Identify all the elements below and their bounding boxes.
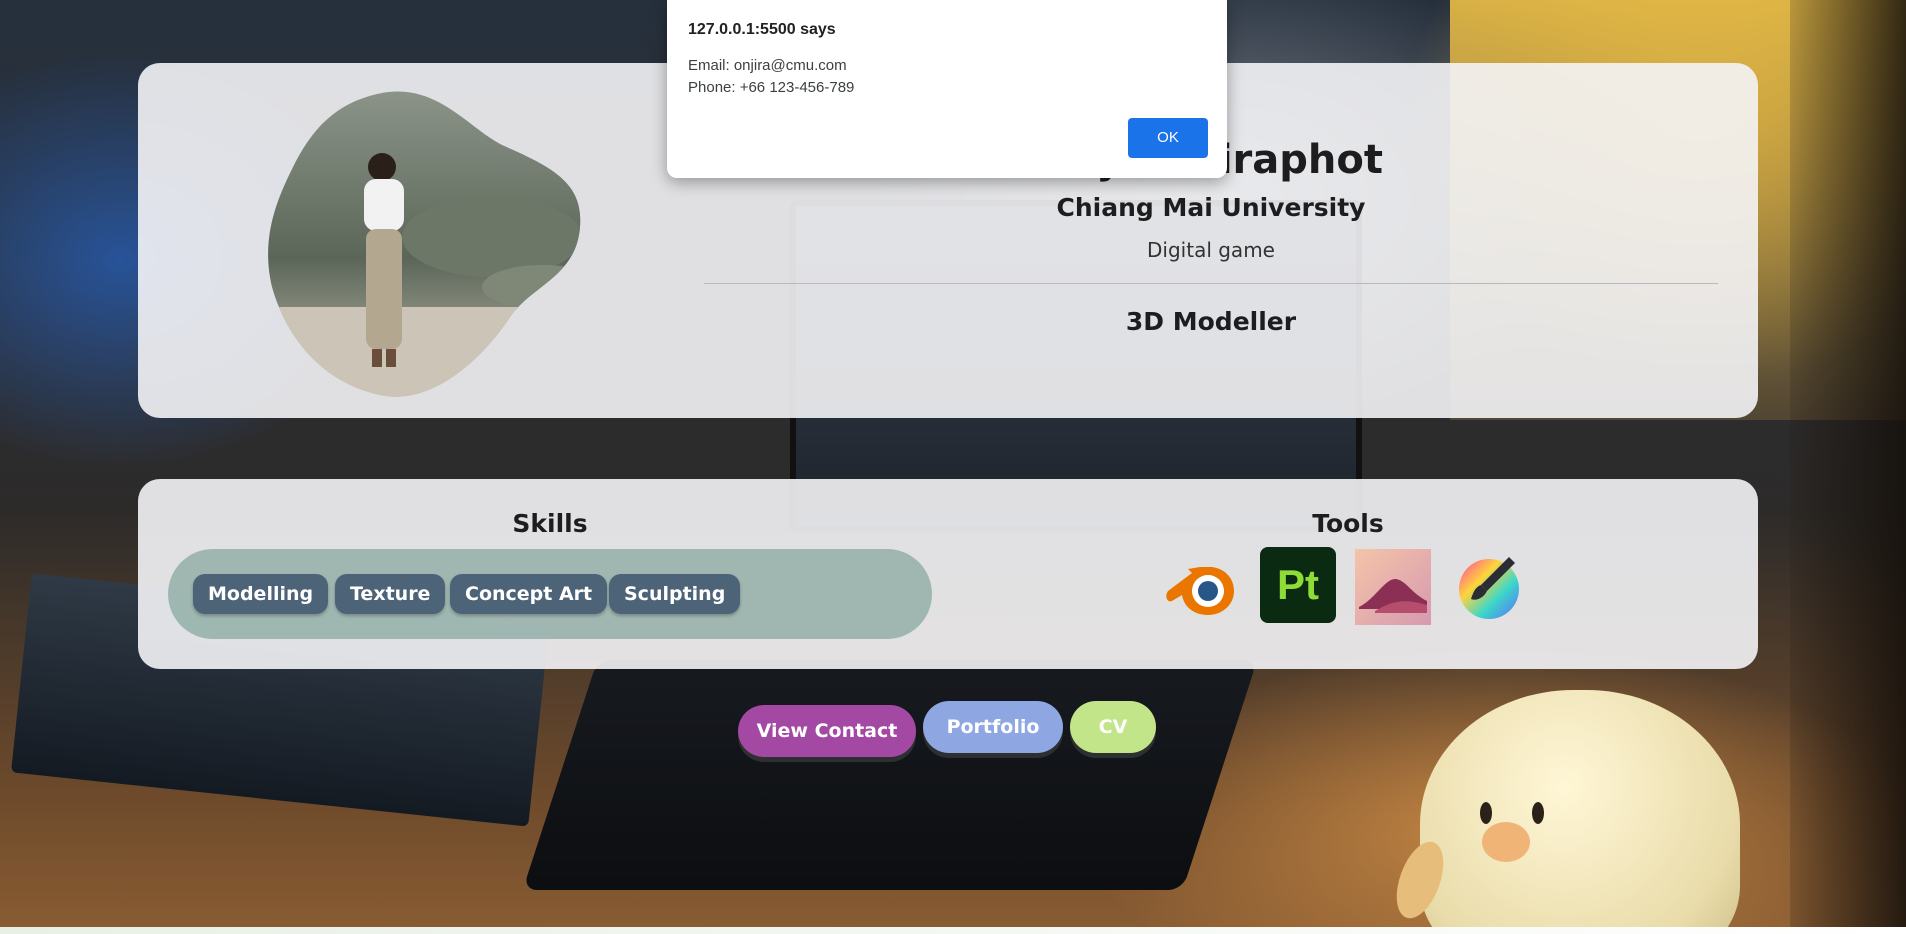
portfolio-button[interactable]: Portfolio (923, 701, 1063, 753)
tools-title: Tools (1312, 509, 1384, 538)
alert-title: 127.0.0.1:5500 says (688, 21, 836, 38)
skills-title: Skills (512, 509, 588, 538)
cv-button[interactable]: CV (1070, 701, 1156, 753)
background-shadow (1790, 0, 1906, 934)
svg-text:Pt: Pt (1277, 561, 1319, 608)
profile-photo (262, 87, 582, 399)
affinity-photo-icon (1355, 549, 1431, 625)
background-keyboard (522, 660, 1258, 890)
alert-phone: Phone: +66 123-456-789 (688, 79, 855, 96)
alert-email: Email: onjira@cmu.com (688, 57, 847, 74)
skill-chip: Modelling (193, 574, 329, 614)
profile-role: 3D Modeller (1125, 307, 1297, 336)
profile-university: Chiang Mai University (1056, 193, 1366, 222)
skill-chip: Sculpting (609, 574, 741, 614)
blender-icon (1162, 549, 1238, 625)
skills-list: Modelling Texture Concept Art Sculpting (168, 549, 932, 639)
skill-chip: Texture (335, 574, 446, 614)
skills-tools-card: Skills Modelling Texture Concept Art Scu… (138, 479, 1758, 669)
alert-ok-button[interactable]: OK (1128, 118, 1208, 158)
background-duck-lamp (1387, 690, 1740, 934)
alert-dialog: 127.0.0.1:5500 says Email: onjira@cmu.co… (667, 0, 1227, 178)
profile-divider (704, 283, 1718, 284)
substance-painter-icon: Pt (1260, 547, 1336, 623)
profile-major: Digital game (1147, 238, 1275, 262)
view-contact-button[interactable]: View Contact (738, 705, 916, 757)
krita-icon (1451, 549, 1527, 625)
bottom-strip (0, 927, 1906, 934)
skill-chip: Concept Art (450, 574, 608, 614)
